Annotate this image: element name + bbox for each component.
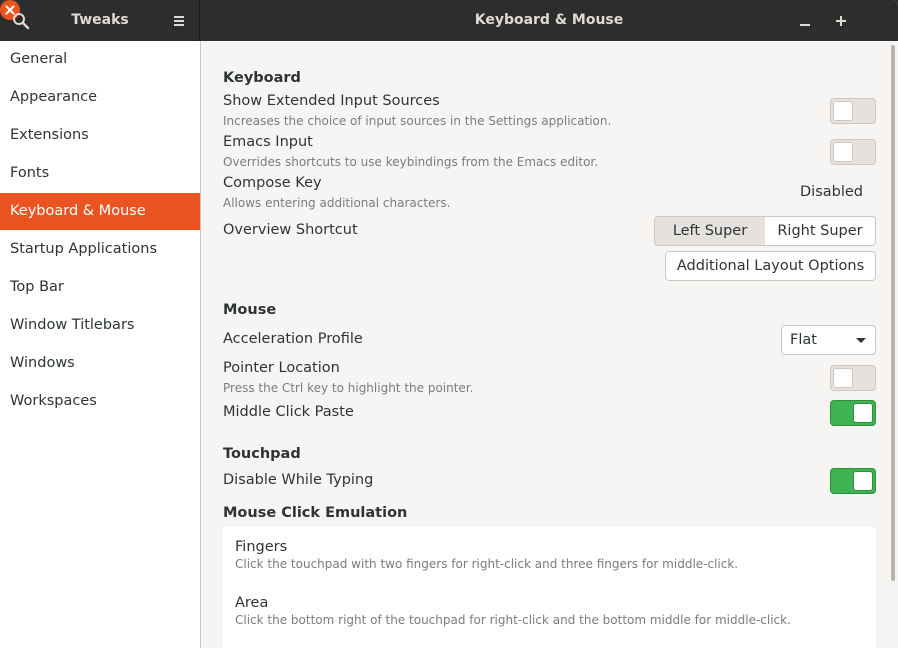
- middle-click-paste-switch[interactable]: [830, 400, 876, 426]
- acceleration-profile-label: Acceleration Profile: [223, 331, 363, 347]
- scrollbar[interactable]: [891, 45, 895, 581]
- switch-knob: [853, 403, 873, 423]
- disable-while-typing-switch[interactable]: [830, 468, 876, 494]
- acceleration-profile-value: Flat: [790, 332, 817, 348]
- window-title: Keyboard & Mouse: [474, 12, 624, 28]
- sidebar-item-appearance[interactable]: Appearance: [0, 79, 200, 116]
- sidebar-item-fonts[interactable]: Fonts: [0, 155, 200, 192]
- sidebar-item-top-bar[interactable]: Top Bar: [0, 269, 200, 306]
- compose-key-label: Compose Key: [223, 175, 322, 191]
- list-item-label: Fingers: [235, 539, 288, 555]
- click-emulation-option-area[interactable]: Area Click the bottom right of the touch…: [223, 583, 876, 639]
- overview-shortcut-label: Overview Shortcut: [223, 222, 358, 238]
- emacs-input-desc: Overrides shortcuts to use keybindings f…: [223, 155, 599, 169]
- switch-knob: [833, 142, 853, 162]
- pointer-location-desc: Press the Ctrl key to highlight the poin…: [223, 381, 474, 395]
- sidebar-item-general[interactable]: General: [0, 41, 200, 78]
- sidebar: General Appearance Extensions Fonts Keyb…: [0, 41, 201, 648]
- switch-knob: [853, 471, 873, 491]
- emacs-input-switch[interactable]: [830, 139, 876, 165]
- compose-key-value[interactable]: Disabled: [800, 184, 863, 200]
- switch-knob: [833, 101, 853, 121]
- click-emulation-list: Fingers Click the touchpad with two fing…: [223, 527, 876, 648]
- touchpad-section-title: Touchpad: [223, 446, 301, 462]
- hamburger-menu-icon[interactable]: [171, 13, 187, 29]
- pointer-location-label: Pointer Location: [223, 360, 340, 376]
- header-sidebar-section: Tweaks: [0, 0, 200, 41]
- maximize-button[interactable]: [832, 12, 850, 30]
- disable-while-typing-label: Disable While Typing: [223, 472, 374, 488]
- compose-key-desc: Allows entering additional characters.: [223, 196, 451, 210]
- sidebar-item-keyboard-mouse[interactable]: Keyboard & Mouse: [0, 193, 200, 230]
- extended-input-switch[interactable]: [830, 98, 876, 124]
- pointer-location-switch[interactable]: [830, 365, 876, 391]
- list-item-desc: Click the bottom right of the touchpad f…: [235, 613, 791, 627]
- tweaks-window: Tweaks Keyboard & Mouse General Appearan…: [0, 0, 898, 648]
- sidebar-item-extensions[interactable]: Extensions: [0, 117, 200, 154]
- click-emulation-option-fingers[interactable]: Fingers Click the touchpad with two fing…: [223, 527, 876, 583]
- additional-layout-options-button[interactable]: Additional Layout Options: [665, 251, 876, 281]
- switch-knob: [833, 368, 853, 388]
- mouse-click-emulation-title: Mouse Click Emulation: [223, 505, 408, 521]
- keyboard-section-title: Keyboard: [223, 70, 301, 86]
- extended-input-label: Show Extended Input Sources: [223, 93, 440, 109]
- chevron-down-icon: [856, 338, 866, 343]
- right-super-button[interactable]: Right Super: [765, 216, 876, 246]
- sidebar-item-startup-applications[interactable]: Startup Applications: [0, 231, 200, 268]
- sidebar-item-workspaces[interactable]: Workspaces: [0, 383, 200, 420]
- extended-input-desc: Increases the choice of input sources in…: [223, 114, 612, 128]
- sidebar-item-windows[interactable]: Windows: [0, 345, 200, 382]
- left-super-button[interactable]: Left Super: [654, 216, 766, 246]
- header-bar: Tweaks Keyboard & Mouse: [0, 0, 898, 41]
- minimize-button[interactable]: [796, 12, 814, 30]
- search-icon[interactable]: [12, 12, 30, 30]
- middle-click-paste-label: Middle Click Paste: [223, 404, 354, 420]
- acceleration-profile-dropdown[interactable]: Flat: [781, 325, 876, 355]
- mouse-section-title: Mouse: [223, 302, 277, 318]
- list-item-desc: Click the touchpad with two fingers for …: [235, 557, 739, 571]
- sidebar-item-window-titlebars[interactable]: Window Titlebars: [0, 307, 200, 344]
- app-title: Tweaks: [71, 12, 129, 28]
- emacs-input-label: Emacs Input: [223, 134, 313, 150]
- list-item-label: Area: [235, 595, 269, 611]
